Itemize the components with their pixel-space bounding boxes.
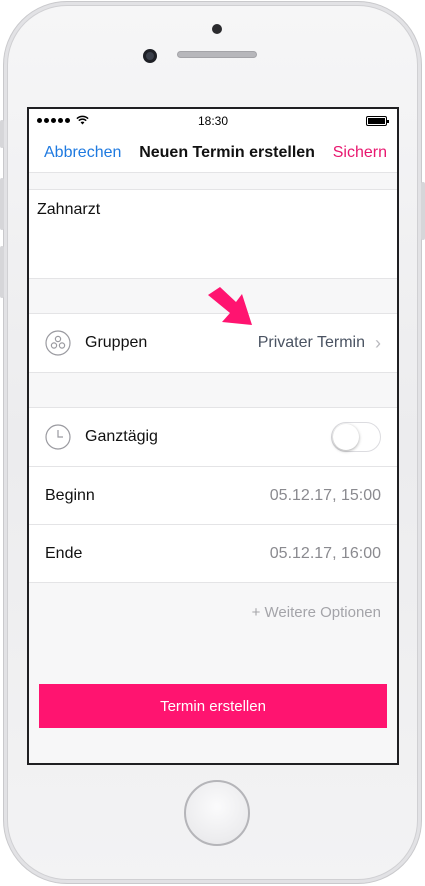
time-section: Ganztägig Beginn 05.12.17, 15:00 Ende 05… — [29, 407, 397, 583]
home-button[interactable] — [184, 780, 250, 846]
create-event-button[interactable]: Termin erstellen — [39, 684, 387, 728]
mute-switch — [0, 120, 4, 148]
battery-icon — [366, 116, 389, 126]
more-options-link[interactable]: + Weitere Optionen — [252, 604, 381, 621]
more-options-row: + Weitere Optionen — [29, 583, 397, 641]
navigation-bar: Abbrechen Neuen Termin erstellen Sichern — [29, 133, 397, 173]
groups-label: Gruppen — [85, 334, 148, 351]
groups-circle-icon — [45, 330, 71, 356]
chevron-right-icon: › — [375, 332, 381, 353]
cancel-button[interactable]: Abbrechen — [44, 144, 121, 162]
groups-value: Privater Termin — [257, 334, 365, 351]
status-bar: 18:30 — [29, 109, 397, 133]
event-title-input[interactable]: Zahnarzt — [29, 190, 397, 278]
clock-icon — [45, 424, 71, 450]
end-value: 05.12.17, 16:00 — [269, 544, 381, 562]
end-label: Ende — [45, 544, 83, 562]
start-value: 05.12.17, 15:00 — [269, 486, 381, 504]
start-label: Beginn — [45, 486, 95, 504]
end-row[interactable]: Ende 05.12.17, 16:00 — [29, 524, 397, 582]
earpiece-speaker — [177, 51, 257, 58]
page-title: Neuen Termin erstellen — [139, 143, 315, 161]
pointer-arrow-icon — [208, 287, 252, 325]
front-camera — [143, 49, 157, 63]
all-day-toggle[interactable] — [331, 422, 381, 452]
title-section: Zahnarzt — [29, 189, 397, 279]
volume-up-button — [0, 178, 4, 230]
save-button[interactable]: Sichern — [333, 144, 387, 162]
proximity-sensor — [212, 24, 222, 34]
start-row[interactable]: Beginn 05.12.17, 15:00 — [29, 466, 397, 524]
app-screen: 18:30 Abbrechen Neuen Termin erstellen S… — [27, 107, 399, 765]
status-time: 18:30 — [197, 114, 229, 128]
toggle-knob — [333, 424, 359, 450]
power-button — [421, 182, 425, 240]
all-day-row: Ganztägig — [29, 408, 397, 466]
all-day-label: Ganztägig — [85, 428, 158, 445]
section-gap — [29, 173, 397, 189]
volume-down-button — [0, 246, 4, 298]
section-gap — [29, 373, 397, 407]
